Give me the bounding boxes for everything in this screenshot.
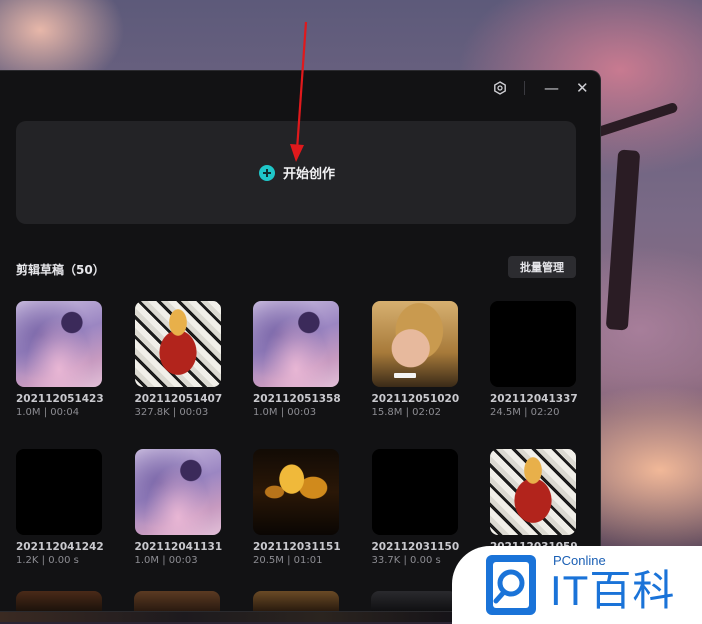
draft-thumbnail-partial[interactable] — [253, 591, 339, 611]
start-creation-label: 开始创作 — [283, 167, 336, 182]
draft-name: 202112051020 — [371, 393, 460, 405]
draft-name: 202112051423 — [16, 393, 104, 405]
draft-meta: 20.5M | 01:01 — [253, 555, 323, 566]
draft-card[interactable]: 202112051423 1.0M | 00:04 — [16, 301, 104, 429]
minimize-button[interactable]: — — [544, 79, 559, 97]
draft-name: 202112051407 — [134, 393, 223, 405]
draft-meta: 24.5M | 02:20 — [490, 407, 560, 418]
batch-manage-button[interactable]: 批量管理 — [508, 256, 576, 278]
draft-name: 202112041242 — [16, 541, 104, 553]
pconline-logo-icon — [486, 555, 536, 615]
draft-name: 202112031151 — [253, 541, 341, 553]
draft-thumbnail-partial[interactable] — [371, 591, 457, 611]
draft-thumbnail[interactable] — [253, 449, 339, 535]
draft-thumbnail[interactable] — [371, 301, 458, 387]
draft-name: 202112041131 — [134, 541, 223, 553]
drafts-grid: 202112051423 1.0M | 00:04 202112051407 3… — [16, 301, 586, 577]
draft-card[interactable]: 202112031150 33.7K | 0.00 s — [371, 449, 460, 577]
window-controls-separator — [524, 81, 525, 95]
draft-card[interactable]: 202112041131 1.0M | 00:03 — [134, 449, 223, 577]
draft-meta: 1.0M | 00:04 — [16, 407, 80, 418]
draft-thumbnail[interactable] — [134, 449, 221, 535]
draft-card[interactable]: 202112041242 1.2K | 0.00 s — [16, 449, 104, 577]
close-button[interactable]: ✕ — [576, 79, 589, 97]
watermark-brand-small: PConline — [553, 553, 606, 568]
draft-name: 202112031150 — [371, 541, 460, 553]
draft-card[interactable]: 202112041337 24.5M | 02:20 — [490, 301, 578, 429]
plus-circle-icon — [259, 164, 275, 181]
draft-meta: 1.2K | 0.00 s — [16, 555, 79, 566]
draft-meta: 1.0M | 00:03 — [253, 407, 317, 418]
start-creation-button[interactable]: 开始创作 — [259, 163, 335, 182]
draft-name: 202112051358 — [253, 393, 341, 405]
draft-name: 202112041337 — [490, 393, 578, 405]
draft-meta: 1.0M | 00:03 — [134, 555, 198, 566]
draft-thumbnail[interactable] — [134, 301, 221, 387]
draft-thumbnail[interactable] — [16, 449, 102, 535]
settings-icon[interactable] — [493, 79, 507, 99]
draft-thumbnail[interactable] — [16, 301, 102, 387]
draft-meta: 33.7K | 0.00 s — [371, 555, 441, 566]
draft-meta: 327.8K | 00:03 — [134, 407, 209, 418]
draft-thumbnail[interactable] — [490, 301, 576, 387]
draft-meta: 15.8M | 02:02 — [371, 407, 441, 418]
drafts-section-title: 剪辑草稿（50） — [16, 263, 105, 277]
draft-card[interactable]: 202112051358 1.0M | 00:03 — [253, 301, 341, 429]
draft-card[interactable]: 202112051020 15.8M | 02:02 — [371, 301, 460, 429]
draft-card[interactable]: 202112051407 327.8K | 00:03 — [134, 301, 223, 429]
watermark-brand-large: IT百科 — [550, 567, 676, 614]
start-creation-panel[interactable]: 开始创作 — [16, 121, 576, 224]
draft-card[interactable]: 202112031151 20.5M | 01:01 — [253, 449, 341, 577]
app-window: — ✕ 开始创作 剪辑草稿（50） 批量管理 202112051423 1.0M… — [0, 70, 601, 612]
draft-thumbnail[interactable] — [371, 449, 458, 535]
draft-thumbnail[interactable] — [490, 449, 576, 535]
draft-thumbnail[interactable] — [253, 301, 339, 387]
draft-thumbnail-partial[interactable] — [134, 591, 220, 611]
draft-thumbnail-partial[interactable] — [16, 591, 102, 611]
